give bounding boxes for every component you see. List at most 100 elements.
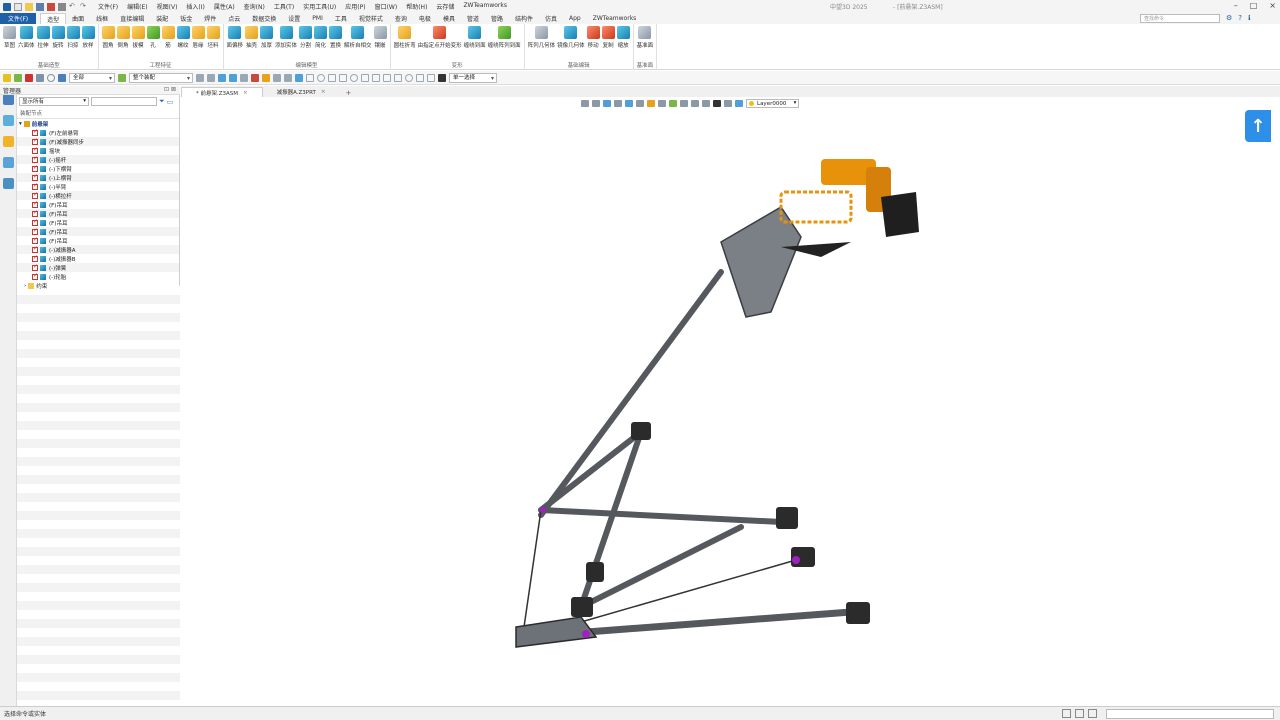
- ribbon-button[interactable]: 分割: [298, 26, 313, 49]
- remove-icon[interactable]: [25, 73, 33, 82]
- assembly-scope-select[interactable]: 整个装配: [129, 72, 193, 83]
- toolbar-tool-16-icon[interactable]: [361, 73, 369, 82]
- assembly-icon[interactable]: [118, 73, 126, 82]
- ribbon-tab[interactable]: 结构件: [509, 13, 539, 24]
- ribbon-tab[interactable]: 设置: [282, 13, 306, 24]
- toolbar-tool-2-icon[interactable]: [207, 73, 215, 82]
- ribbon-tab[interactable]: 线框: [90, 13, 114, 24]
- menu-item[interactable]: 窗口(W): [375, 2, 398, 11]
- menu-item[interactable]: 插入(I): [186, 2, 204, 11]
- menu-item[interactable]: 应用(P): [345, 2, 365, 11]
- ribbon-button[interactable]: 简化: [313, 26, 328, 49]
- menu-item[interactable]: ZWTeamworks: [463, 2, 507, 11]
- undo-icon[interactable]: ↶: [69, 2, 77, 11]
- toolbar-tool-8-icon[interactable]: [273, 73, 281, 82]
- tree-root[interactable]: ▾ 前悬架: [17, 119, 179, 128]
- menu-item[interactable]: 工具(T): [274, 2, 294, 11]
- history-icon[interactable]: [3, 115, 14, 126]
- ribbon-button[interactable]: 圆角: [101, 26, 116, 49]
- visibility-checkbox[interactable]: [32, 137, 38, 145]
- status-view-icon[interactable]: [1075, 709, 1084, 718]
- visibility-checkbox[interactable]: [32, 209, 38, 217]
- ribbon-tab[interactable]: App: [563, 13, 587, 24]
- toolbar-tool-7-icon[interactable]: [262, 73, 270, 82]
- ribbon-button[interactable]: 添加实体: [274, 26, 298, 49]
- ribbon-tab[interactable]: 仿真: [539, 13, 563, 24]
- visibility-checkbox[interactable]: [32, 272, 38, 280]
- tree-item[interactable]: (F)吊耳: [17, 227, 179, 236]
- folder-icon[interactable]: ▭: [167, 98, 174, 106]
- visibility-checkbox[interactable]: [32, 227, 38, 235]
- toolbar-tool-14-icon[interactable]: [339, 73, 347, 82]
- status-grid-icon[interactable]: [1062, 709, 1071, 718]
- file-menu-button[interactable]: 文件(F): [0, 13, 37, 24]
- ribbon-tab[interactable]: 直接编辑: [114, 13, 150, 24]
- ribbon-tab[interactable]: 焊件: [198, 13, 222, 24]
- ribbon-tab[interactable]: 模具: [437, 13, 461, 24]
- filter-select[interactable]: 全部: [69, 72, 115, 83]
- ribbon-tab[interactable]: 电极: [413, 13, 437, 24]
- ribbon-button[interactable]: 缠绕到面: [463, 26, 487, 49]
- ribbon-button[interactable]: 孔: [146, 26, 161, 49]
- doc-tab-asm[interactable]: * 前悬架.Z3ASM ×: [181, 87, 263, 97]
- ribbon-tab[interactable]: 装配: [150, 13, 174, 24]
- settings-icon[interactable]: ⚙: [1226, 14, 1232, 22]
- toolbar-tool-11-icon[interactable]: [306, 73, 314, 82]
- ribbon-button[interactable]: 拔模: [131, 26, 146, 49]
- toolbar-tool-4-icon[interactable]: [229, 73, 237, 82]
- help-icon[interactable]: ?: [1238, 14, 1242, 22]
- tree-item[interactable]: (F)吊耳: [17, 236, 179, 245]
- close-icon[interactable]: ×: [321, 89, 326, 95]
- visibility-checkbox[interactable]: [32, 200, 38, 208]
- ribbon-button[interactable]: 阵列几何体: [527, 26, 557, 49]
- minimize-icon[interactable]: –: [1234, 1, 1238, 10]
- ribbon-tab[interactable]: 曲面: [66, 13, 90, 24]
- tree-item[interactable]: (-)半臂: [17, 182, 179, 191]
- ribbon-tab[interactable]: 造型: [40, 13, 67, 24]
- save-icon[interactable]: [36, 2, 44, 11]
- pick-filter-icon[interactable]: [3, 73, 11, 82]
- toolbar-tool-18-icon[interactable]: [383, 73, 391, 82]
- toolbar-tool-17-icon[interactable]: [372, 73, 380, 82]
- tree-item[interactable]: (-)下横臂: [17, 164, 179, 173]
- visibility-checkbox[interactable]: [32, 164, 38, 172]
- tree-search-input[interactable]: [91, 97, 157, 106]
- ribbon-button[interactable]: 旋转: [51, 26, 66, 49]
- tree-item[interactable]: (-)减振器A: [17, 245, 179, 254]
- tree-item[interactable]: (F)吊耳: [17, 209, 179, 218]
- toolbar-tool-3-icon[interactable]: [218, 73, 226, 82]
- menu-item[interactable]: 文件(F): [98, 2, 118, 11]
- ribbon-button[interactable]: 坯料: [206, 26, 221, 49]
- ribbon-tab[interactable]: 点云: [222, 13, 246, 24]
- close-icon[interactable]: ×: [1269, 1, 1276, 10]
- ribbon-tab[interactable]: 工具: [329, 13, 353, 24]
- toolbar-tool-19-icon[interactable]: [394, 73, 402, 82]
- expand-icon[interactable]: ›: [24, 283, 26, 289]
- app-logo-icon[interactable]: [3, 2, 11, 11]
- tree-item[interactable]: (-)减振器B: [17, 254, 179, 263]
- menu-item[interactable]: 实用工具(U): [303, 2, 336, 11]
- info-icon[interactable]: ℹ: [1248, 14, 1251, 22]
- ribbon-button[interactable]: 倒角: [116, 26, 131, 49]
- ribbon-tab[interactable]: ZWTeamworks: [587, 13, 643, 24]
- ribbon-button[interactable]: 面偏移: [226, 26, 245, 49]
- print-icon[interactable]: [58, 2, 66, 11]
- ribbon-button[interactable]: 加厚: [259, 26, 274, 49]
- move-icon[interactable]: [14, 73, 22, 82]
- toolbar-tool-20-icon[interactable]: [405, 73, 413, 82]
- circle-select-icon[interactable]: [47, 73, 55, 82]
- ribbon-tab[interactable]: 管道: [461, 13, 485, 24]
- ribbon-button[interactable]: 放样: [81, 26, 96, 49]
- menu-item[interactable]: 视图(V): [157, 2, 178, 11]
- visibility-checkbox[interactable]: [32, 173, 38, 181]
- add-tab-button[interactable]: +: [340, 89, 358, 97]
- ribbon-button[interactable]: 镶嵌: [373, 26, 388, 49]
- ribbon-button[interactable]: 筋: [161, 26, 176, 49]
- menu-item[interactable]: 帮助(H): [406, 2, 427, 11]
- tree-item[interactable]: 摇块: [17, 146, 179, 155]
- expand-icon[interactable]: ▾: [19, 121, 22, 127]
- tree-item[interactable]: (-)轮胎: [17, 272, 179, 281]
- toolbar-tool-22-icon[interactable]: [427, 73, 435, 82]
- scroll-up-button[interactable]: ↑: [1245, 110, 1271, 142]
- menu-item[interactable]: 属性(A): [214, 2, 235, 11]
